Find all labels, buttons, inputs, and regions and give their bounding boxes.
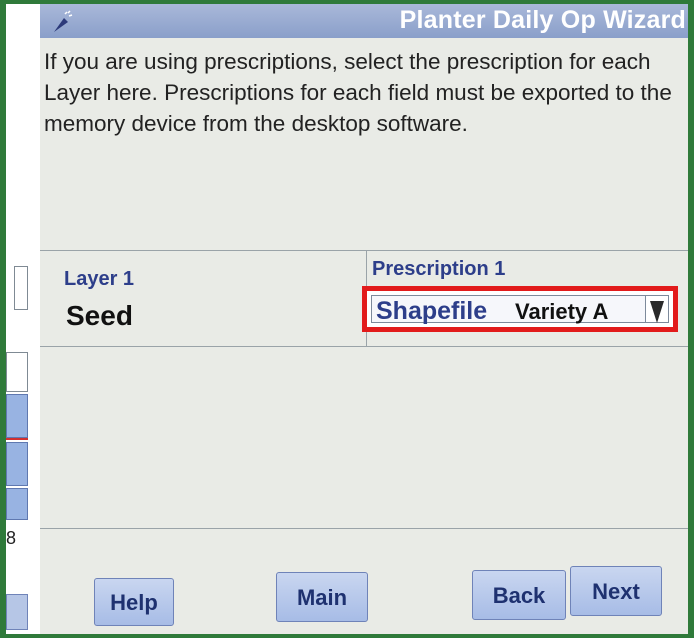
wizard-wand-icon [54,10,73,32]
window-title: Planter Daily Op Wizard [399,6,686,34]
title-bar: Planter Daily Op Wizard [40,4,688,38]
main-button[interactable]: Main [276,572,368,622]
prescription-source: Shapefile [376,297,488,325]
dropdown-arrow-icon[interactable] [645,296,668,323]
prescription-selected-value: Variety A [515,299,609,324]
side-tab-upper[interactable] [14,266,28,310]
next-button[interactable]: Next [570,566,662,616]
side-indicator-2 [6,442,28,486]
wizard-screen: Planter Daily Op Wizard If you are using… [40,4,688,634]
help-button[interactable]: Help [94,578,174,626]
layer-value: Seed [66,300,133,331]
side-button[interactable] [6,594,28,630]
prescription-select[interactable]: Shapefile Variety A [371,295,669,325]
row-divider-bottom [40,346,688,347]
instructions-text: If you are using prescriptions, select t… [44,49,672,136]
side-red-marker [6,438,28,440]
back-button[interactable]: Back [472,570,566,620]
footer-divider [40,528,688,529]
side-indicator-3 [6,488,28,520]
left-strip: 8 [6,4,40,634]
side-indicator-1 [6,394,28,438]
layer-label: Layer 1 [64,268,135,290]
row-divider-top [40,250,688,251]
device-frame: 8 Planter Daily Op Wizard If you are usi… [6,4,688,634]
prescription-dropdown-highlight[interactable]: Shapefile Variety A [362,286,678,332]
side-number: 8 [6,528,17,548]
prescription-label: Prescription 1 [372,258,506,280]
side-field-blank[interactable] [6,352,28,392]
